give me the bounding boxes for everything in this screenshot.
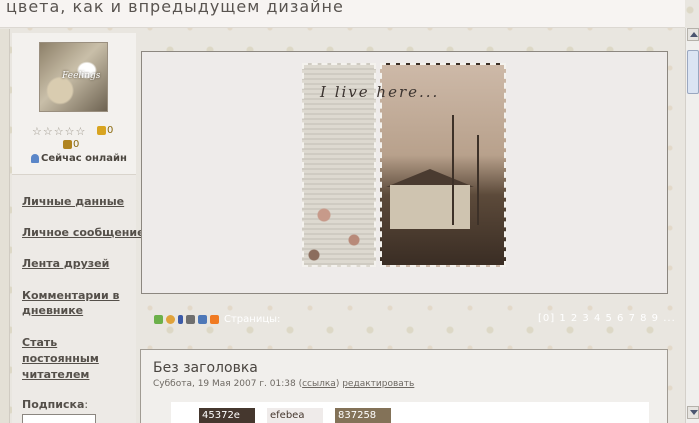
scroll-down-icon <box>690 410 698 415</box>
avatar-text: Feelings <box>62 71 101 81</box>
pager[interactable]: [0] 1 2 3 4 5 6 7 8 9 ... <box>538 313 676 324</box>
rss-icon[interactable] <box>210 315 219 324</box>
bookmark-icon[interactable] <box>178 315 183 324</box>
thumb-down-icon[interactable] <box>63 140 72 149</box>
pages-label: Страницы: <box>224 314 281 325</box>
page-title: цвета, как и впредыдущем дизайне <box>6 0 344 16</box>
subscribe-colon: : <box>84 398 89 411</box>
star-icon[interactable]: ☆ <box>54 126 64 137</box>
star-icon[interactable]: ☆ <box>32 126 42 137</box>
color-swatch-row: 45372e efebea 837258 <box>171 402 649 423</box>
subscribe-label: Подписка: <box>22 398 88 411</box>
permalink[interactable]: ссылка <box>302 379 336 389</box>
scroll-thumb[interactable] <box>687 50 699 94</box>
tree <box>477 135 479 225</box>
top-banner: цвета, как и впредыдущем дизайне <box>0 0 685 28</box>
scroll-down-button[interactable] <box>687 406 699 419</box>
rating-stars[interactable]: ☆ ☆ ☆ ☆ ☆ <box>32 126 85 137</box>
sidebar-item-become-reader[interactable]: Стать <box>22 335 57 350</box>
profile-card: Feelings ☆ ☆ ☆ ☆ ☆ 0 0 Сейчас онлайн <box>12 33 136 175</box>
user-online-icon <box>31 154 39 163</box>
online-status: Сейчас онлайн <box>31 153 127 164</box>
house <box>390 185 470 229</box>
save-icon[interactable] <box>198 315 207 324</box>
sidebar-item-friends-feed[interactable]: Лента друзей <box>22 256 109 271</box>
color-swatch-1: 45372e <box>199 408 255 423</box>
star-icon[interactable]: ☆ <box>76 126 86 137</box>
post-toolbar: Страницы: <box>154 314 280 325</box>
vertical-scrollbar[interactable] <box>685 28 699 423</box>
subscribe-label-text: Подписка <box>22 398 85 411</box>
edit-link[interactable]: редактировать <box>342 379 414 389</box>
left-decoration-strip <box>0 29 10 423</box>
sidebar-item-private-message[interactable]: Личное сообщение <box>22 225 145 240</box>
print-icon[interactable] <box>186 315 195 324</box>
sidebar-item-diary-comments[interactable]: Комментарии в <box>22 288 119 303</box>
emoji-icon[interactable] <box>166 315 175 324</box>
collage-caption: I live here... <box>320 83 440 101</box>
thumb-up-icon[interactable] <box>97 126 106 135</box>
scroll-up-button[interactable] <box>687 28 699 41</box>
color-swatch-3: 837258 <box>335 408 391 423</box>
online-status-text: Сейчас онлайн <box>41 153 127 164</box>
star-icon[interactable]: ☆ <box>65 126 75 137</box>
sidebar-item-become-reader-line2[interactable]: постоянным <box>22 351 99 366</box>
sidebar-item-personal-data[interactable]: Личные данные <box>22 194 124 209</box>
like-count: 0 <box>107 125 114 136</box>
tree <box>452 115 454 225</box>
star-icon[interactable]: ☆ <box>43 126 53 137</box>
post-title[interactable]: Без заголовка <box>153 360 258 376</box>
sidebar-item-diary-comments-line2[interactable]: дневнике <box>22 303 83 318</box>
sidebar-item-become-reader-line3[interactable]: читателем <box>22 367 89 382</box>
subscribe-select[interactable] <box>22 414 96 423</box>
post-meta: Суббота, 19 Мая 2007 г. 01:38 (ссылка) р… <box>153 379 414 389</box>
smile-icon[interactable] <box>154 315 163 324</box>
scroll-up-icon <box>690 32 698 37</box>
like-counter[interactable]: 0 <box>97 125 113 136</box>
post-date: Суббота, 19 Мая 2007 г. 01:38 <box>153 379 296 389</box>
header-collage-image: I live here... <box>302 63 506 267</box>
link-paren-close: ) <box>335 379 340 389</box>
avatar[interactable]: Feelings <box>39 42 108 112</box>
dislike-count: 0 <box>73 139 80 150</box>
sidebar: Feelings ☆ ☆ ☆ ☆ ☆ 0 0 Сейчас онлайн Лич… <box>12 33 145 423</box>
dislike-counter[interactable]: 0 <box>63 139 79 150</box>
color-swatch-2: efebea <box>267 408 323 423</box>
post-entry: Без заголовка Суббота, 19 Мая 2007 г. 01… <box>140 349 668 423</box>
